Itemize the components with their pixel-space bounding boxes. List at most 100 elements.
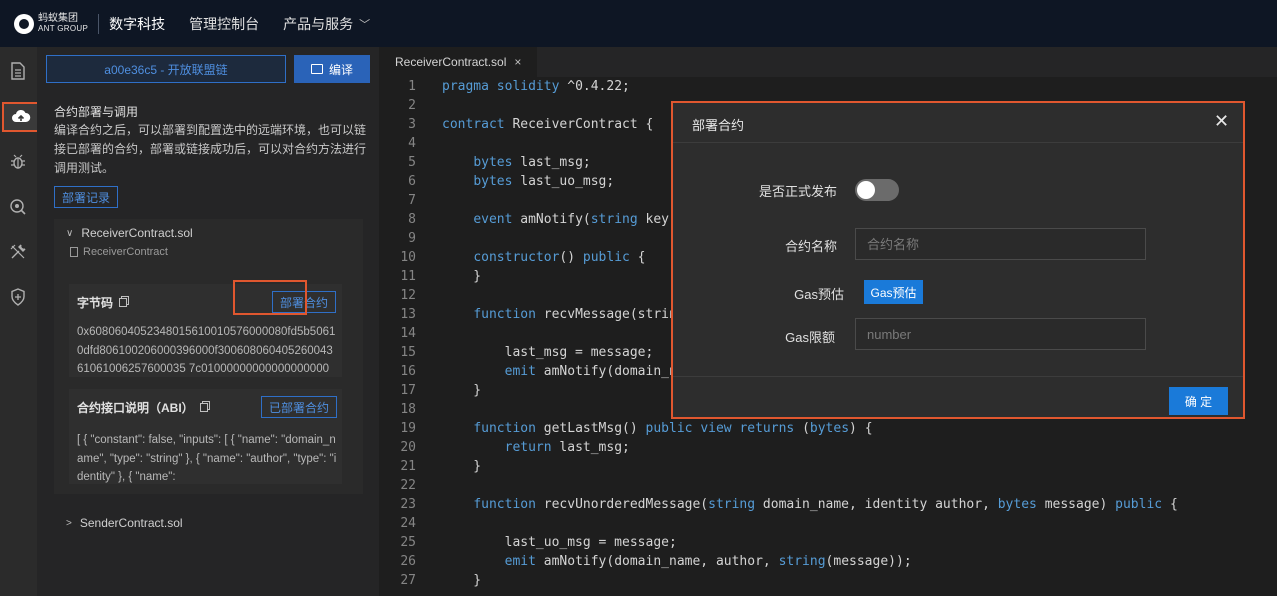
line-number: 27	[400, 573, 416, 588]
line-number: 11	[400, 269, 416, 284]
line-number: 8	[408, 212, 416, 227]
tab-receiver-contract[interactable]: ReceiverContract.sol ×	[379, 47, 538, 77]
line-number: 9	[408, 231, 416, 246]
code-text: contract ReceiverContract {	[442, 117, 654, 132]
chevron-right-icon: >	[66, 517, 72, 529]
code-text: function getLastMsg() public view return…	[473, 421, 873, 436]
code-text: }	[442, 573, 482, 588]
deploy-contract-modal: 部署合约 ✕ 是否正式发布 合约名称 Gas预估 Gas预估 Gas限额 确 定	[671, 101, 1245, 419]
line-number: 16	[400, 364, 416, 379]
line-number: 26	[400, 554, 416, 569]
deploy-description: 编译合约之后，可以部署到配置选中的远端环境，也可以链接已部署的合约，部署或链接成…	[54, 123, 367, 175]
deploy-panel: a00e36c5 - 开放联盟链 编译 合约部署与调用 编译合约之后，可以部署到…	[37, 47, 379, 596]
ant-logo-icon	[14, 13, 34, 34]
code-text: last_uo_msg = message;	[442, 535, 677, 550]
editor-tabbar: ReceiverContract.sol ×	[379, 47, 1277, 77]
line-number: 2	[408, 98, 416, 113]
contract-group-receiver: ∨ ReceiverContract.sol ReceiverContract …	[54, 219, 363, 494]
nav-divider	[98, 13, 100, 34]
deploy-section-title: 合约部署与调用	[54, 105, 139, 119]
file-icon	[70, 247, 78, 257]
code-text: bytes last_uo_msg;	[473, 174, 615, 189]
line-number: 18	[400, 402, 416, 417]
contract-name-row[interactable]: ReceiverContract	[70, 246, 168, 258]
chevron-down-icon: ﹀	[359, 18, 371, 31]
terminal-icon	[310, 64, 323, 74]
line-number: 4	[408, 136, 416, 151]
copy-icon[interactable]	[119, 298, 128, 307]
logo-cn-text: 蚂蚁集团	[38, 12, 78, 24]
gas-limit-input[interactable]	[855, 318, 1146, 350]
code-text: event amNotify(string key,	[473, 212, 677, 227]
gas-estimate-label: Gas预估	[794, 287, 844, 302]
code-text: pragma solidity ^0.4.22;	[442, 79, 630, 94]
modal-footer	[673, 376, 1243, 417]
confirm-button[interactable]: 确 定	[1169, 387, 1228, 415]
line-number: 5	[408, 155, 416, 170]
compile-button[interactable]: 编译	[294, 55, 370, 83]
deploy-button-highlight	[233, 280, 307, 315]
code-text: return last_msg;	[504, 440, 630, 455]
bytecode-title: 字节码	[77, 296, 114, 310]
line-number: 7	[408, 193, 416, 208]
line-number: 21	[400, 459, 416, 474]
deployed-contract-button[interactable]: 已部署合约	[261, 396, 337, 418]
ant-group-logo[interactable]: 蚂蚁集团 ANT GROUP	[14, 12, 89, 34]
code-text: constructor() public {	[473, 250, 646, 265]
nav-console[interactable]: 管理控制台	[189, 14, 259, 34]
contract-file-sender[interactable]: > SenderContract.sol	[66, 516, 183, 530]
line-number: 22	[400, 478, 416, 493]
logo-en-text: ANT GROUP	[38, 23, 89, 33]
tools-icon[interactable]	[6, 240, 30, 264]
bytecode-value: 0x6080604052348015610010576000080fd5b506…	[77, 326, 336, 375]
code-text: emit amNotify(domain_name, author, strin…	[504, 554, 912, 569]
search-bug-icon[interactable]	[6, 195, 30, 219]
cloud-upload-icon[interactable]	[2, 102, 40, 132]
copy-icon[interactable]	[199, 403, 208, 412]
chevron-down-icon: ∨	[66, 227, 74, 239]
code-text: bytes last_msg;	[473, 155, 591, 170]
contract-name-label: 合约名称	[784, 239, 837, 254]
chain-selector[interactable]: a00e36c5 - 开放联盟链	[46, 55, 286, 83]
contract-name-input[interactable]	[855, 228, 1146, 260]
nav-products[interactable]: 产品与服务 ﹀	[283, 14, 370, 34]
contract-file-header[interactable]: ∨ ReceiverContract.sol	[66, 226, 193, 240]
shield-icon[interactable]	[6, 285, 30, 309]
close-icon[interactable]: ✕	[1214, 111, 1229, 132]
line-number: 15	[400, 345, 416, 360]
line-number: 10	[400, 250, 416, 265]
code-text: }	[442, 459, 482, 474]
top-nav: 蚂蚁集团 ANT GROUP 数字科技 管理控制台 产品与服务 ﹀	[0, 0, 1277, 47]
gas-estimate-button[interactable]: Gas预估	[864, 280, 923, 304]
code-text: last_msg = message;	[442, 345, 654, 360]
file-icon[interactable]	[6, 59, 30, 83]
line-number: 6	[408, 174, 416, 189]
code-text: emit amNotify(domain_n	[504, 364, 677, 379]
code-text: function recvMessage(strin	[473, 307, 677, 322]
publish-label: 是否正式发布	[758, 184, 837, 199]
bug-icon[interactable]	[6, 150, 30, 174]
gas-limit-label: Gas限额	[785, 330, 835, 345]
abi-card: 合约接口说明（ABI） 已部署合约 [ { "constant": false,…	[69, 389, 342, 484]
code-text: function recvUnorderedMessage(string dom…	[473, 497, 1178, 512]
line-number: 20	[400, 440, 416, 455]
modal-title: 部署合约	[692, 118, 745, 133]
line-number: 14	[400, 326, 416, 341]
line-number: 13	[400, 307, 416, 322]
nav-brand[interactable]: 数字科技	[109, 14, 165, 34]
abi-value: [ { "constant": false, "inputs": [ { "na…	[77, 434, 337, 483]
line-number: 25	[400, 535, 416, 550]
abi-title: 合约接口说明（ABI）	[77, 401, 194, 415]
line-number: 19	[400, 421, 416, 436]
code-text: }	[442, 383, 482, 398]
line-number: 23	[400, 497, 416, 512]
deploy-record-button[interactable]: 部署记录	[54, 186, 118, 208]
close-icon[interactable]: ×	[514, 55, 521, 69]
publish-toggle[interactable]	[855, 179, 899, 201]
line-number: 12	[400, 288, 416, 303]
line-number: 1	[408, 79, 416, 94]
activity-rail	[0, 47, 40, 596]
modal-header: 部署合约 ✕	[673, 103, 1243, 143]
line-number: 24	[400, 516, 416, 531]
line-number: 3	[408, 117, 416, 132]
